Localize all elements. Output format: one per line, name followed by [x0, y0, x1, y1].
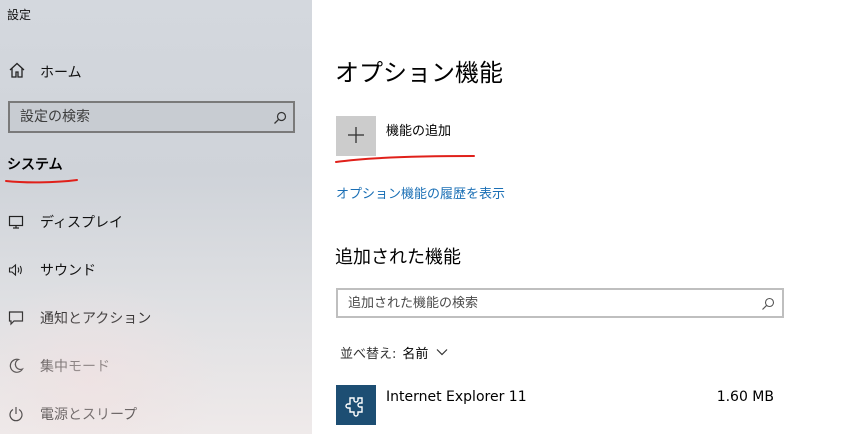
window-title: 設定	[7, 8, 32, 22]
sort-value: 名前	[402, 346, 429, 362]
feature-list-item[interactable]: Internet Explorer 11 1.60 MB	[336, 385, 776, 427]
moon-icon	[8, 358, 24, 374]
sidebar-section-heading: システム	[7, 157, 63, 173]
add-feature-label[interactable]: 機能の追加	[386, 120, 451, 139]
sidebar-item-sound[interactable]: サウンド	[8, 259, 96, 281]
home-icon	[8, 61, 26, 83]
feature-history-link[interactable]: オプション機能の履歴を表示	[336, 183, 505, 202]
power-icon	[8, 406, 24, 422]
settings-search-box[interactable]	[8, 101, 295, 133]
sidebar-item-power[interactable]: 電源とスリープ	[8, 403, 137, 425]
sort-dropdown[interactable]: 並べ替え: 名前	[340, 343, 448, 362]
page-title: オプション機能	[335, 59, 503, 87]
red-underline-annotation	[5, 179, 78, 184]
sidebar-item-notifications[interactable]: 通知とアクション	[8, 307, 151, 329]
sort-label: 並べ替え:	[340, 346, 397, 362]
add-feature-button[interactable]	[336, 116, 376, 156]
sidebar-item-label: 電源とスリープ	[40, 407, 138, 423]
notification-icon	[8, 310, 24, 326]
settings-search-input[interactable]	[20, 108, 260, 126]
plus-icon	[347, 122, 365, 150]
installed-features-search-input[interactable]	[348, 294, 738, 312]
installed-features-search-box[interactable]	[336, 288, 784, 318]
sidebar-item-label: 集中モード	[40, 359, 110, 375]
sidebar-item-home[interactable]: ホーム	[8, 61, 82, 83]
sidebar: 設定 ホーム システム ディスプレイ サウンド 通知とアクション	[0, 0, 312, 434]
main-content: オプション機能 機能の追加 オプション機能の履歴を表示 追加された機能 並べ替え…	[312, 0, 842, 434]
chevron-down-icon	[436, 345, 448, 360]
sidebar-item-label: ホーム	[40, 65, 82, 81]
search-icon[interactable]	[273, 110, 287, 129]
speaker-icon	[8, 262, 24, 278]
sidebar-item-label: サウンド	[40, 263, 96, 279]
sidebar-item-label: ディスプレイ	[40, 215, 124, 231]
search-icon[interactable]	[761, 296, 775, 315]
installed-features-heading: 追加された機能	[335, 247, 461, 268]
feature-name: Internet Explorer 11	[386, 389, 527, 405]
monitor-icon	[8, 214, 24, 230]
puzzle-icon	[336, 385, 376, 425]
feature-size: 1.60 MB	[716, 389, 774, 405]
sidebar-item-focus[interactable]: 集中モード	[8, 355, 110, 377]
sidebar-item-label: 通知とアクション	[40, 311, 152, 327]
sidebar-item-display[interactable]: ディスプレイ	[8, 211, 123, 233]
